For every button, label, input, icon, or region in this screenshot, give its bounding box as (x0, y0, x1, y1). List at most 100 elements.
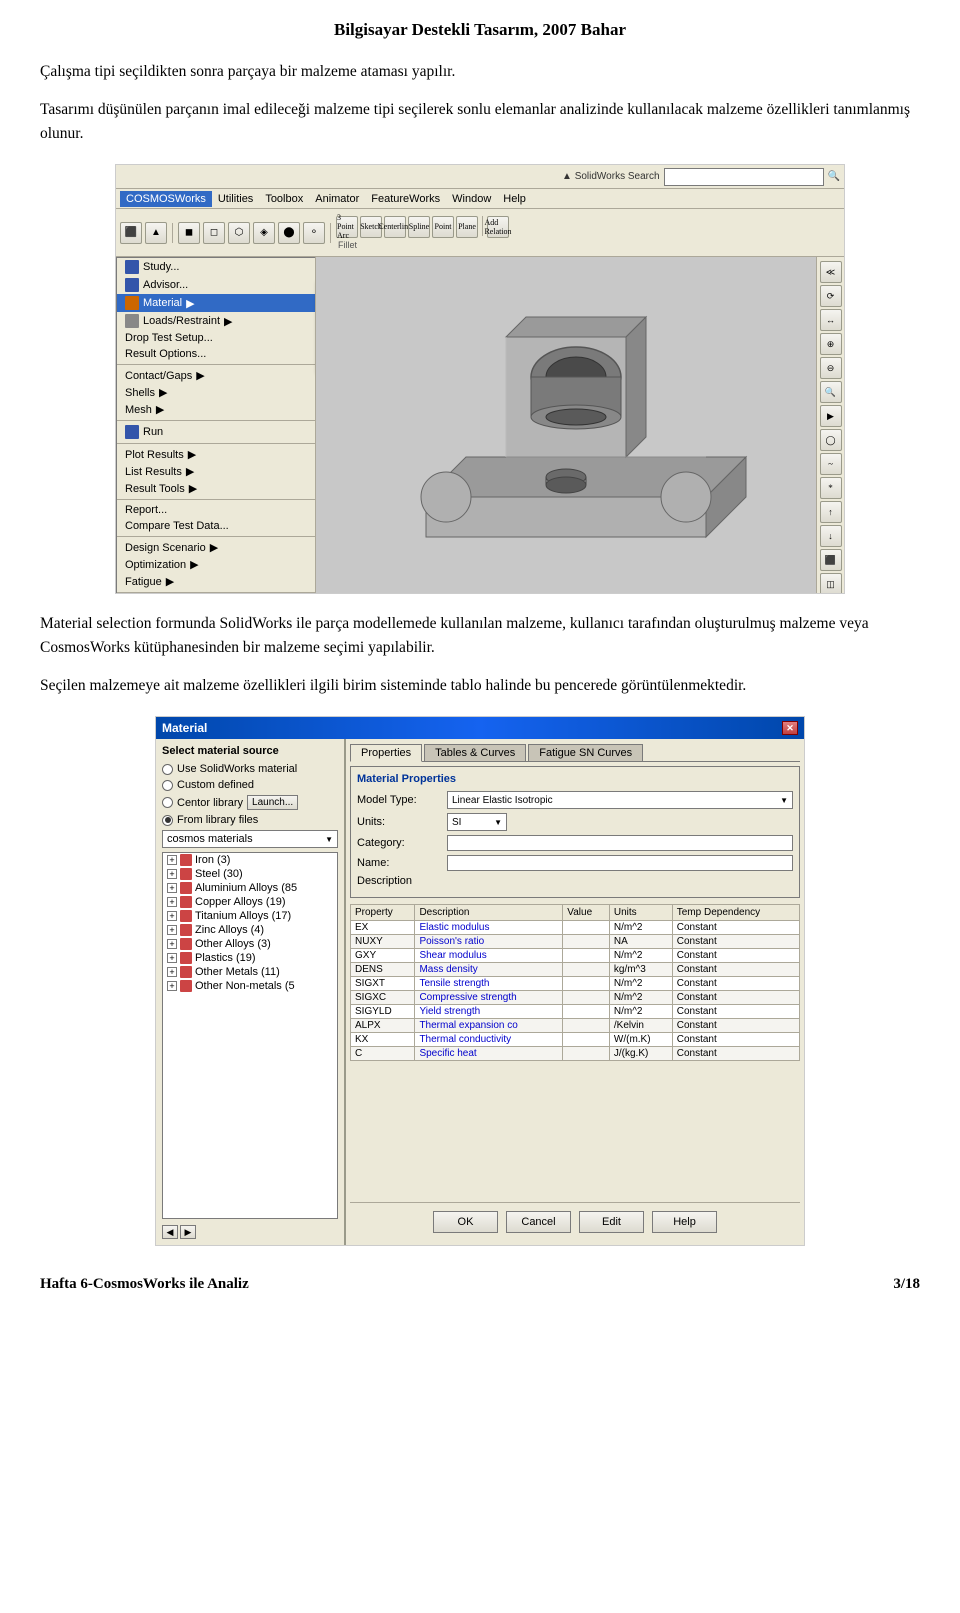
rt-btn-10[interactable]: * (820, 477, 842, 499)
rt-btn-4[interactable]: ⊕ (820, 333, 842, 355)
edit-button[interactable]: Edit (579, 1211, 644, 1233)
menu-result-options[interactable]: Result Options... (117, 346, 315, 362)
rt-btn-6[interactable]: 🔍 (820, 381, 842, 403)
rt-btn-12[interactable]: ↓ (820, 525, 842, 547)
radio-centor-circle[interactable] (162, 797, 173, 808)
menu-help[interactable]: Help (497, 191, 532, 207)
help-button[interactable]: Help (652, 1211, 717, 1233)
tb-btn-plane[interactable]: Plane (456, 216, 478, 238)
tb-btn-5[interactable]: ⬡ (228, 222, 250, 244)
table-row[interactable]: SIGXCCompressive strengthN/m^2Constant (351, 991, 800, 1005)
tb-btn-1[interactable]: ⬛ (120, 222, 142, 244)
tb-btn-4[interactable]: ◻ (203, 222, 225, 244)
tb-btn-relation[interactable]: Add Relation (487, 216, 509, 238)
menu-contact[interactable]: Contact/Gaps ▶ (117, 367, 315, 384)
menu-list-results[interactable]: List Results ▶ (117, 463, 315, 480)
rt-btn-2[interactable]: ⟳ (820, 285, 842, 307)
tree-item-aluminium[interactable]: + Aluminium Alloys (85 (163, 881, 337, 895)
menu-compare[interactable]: Compare Test Data... (117, 518, 315, 534)
menu-featureworks[interactable]: FeatureWorks (365, 191, 446, 207)
tree-expand-steel[interactable]: + (167, 869, 177, 879)
rt-btn-11[interactable]: ↑ (820, 501, 842, 523)
menu-study[interactable]: Study... (117, 258, 315, 276)
tree-expand-other-metals[interactable]: + (167, 967, 177, 977)
tree-item-non-metals[interactable]: + Other Non-metals (5 (163, 979, 337, 993)
table-row[interactable]: SIGXTTensile strengthN/m^2Constant (351, 977, 800, 991)
radio-library[interactable]: From library files (162, 814, 338, 826)
menu-loads[interactable]: Loads/Restraint ▶ (117, 312, 315, 330)
menu-plot-results[interactable]: Plot Results ▶ (117, 446, 315, 463)
ok-button[interactable]: OK (433, 1211, 498, 1233)
material-tree[interactable]: + Iron (3) + Steel (30) + Aluminium Allo… (162, 852, 338, 1219)
search-input[interactable] (664, 168, 824, 186)
name-input[interactable] (447, 855, 793, 871)
menu-animator[interactable]: Animator (309, 191, 365, 207)
tree-expand-iron[interactable]: + (167, 855, 177, 865)
tree-next-button[interactable]: ▶ (180, 1225, 196, 1239)
radio-custom-circle[interactable] (162, 780, 173, 791)
launch-button[interactable]: Launch... (247, 795, 298, 810)
rt-btn-9[interactable]: ~ (820, 453, 842, 475)
tree-expand-plastics[interactable]: + (167, 953, 177, 963)
tree-item-other-metals[interactable]: + Other Metals (11) (163, 965, 337, 979)
radio-solidworks[interactable]: Use SolidWorks material (162, 763, 338, 775)
tree-item-titanium[interactable]: + Titanium Alloys (17) (163, 909, 337, 923)
tb-btn-2[interactable]: ▲ (145, 222, 167, 244)
tree-item-iron[interactable]: + Iron (3) (163, 853, 337, 867)
menu-mesh[interactable]: Mesh ▶ (117, 401, 315, 418)
tree-item-plastics[interactable]: + Plastics (19) (163, 951, 337, 965)
tab-fatigue[interactable]: Fatigue SN Curves (528, 744, 643, 762)
tree-expand-zinc[interactable]: + (167, 925, 177, 935)
table-row[interactable]: EXElastic modulusN/m^2Constant (351, 921, 800, 935)
tree-item-other-alloys[interactable]: + Other Alloys (3) (163, 937, 337, 951)
menu-cosmosworks[interactable]: COSMOSWorks (120, 191, 212, 207)
dialog-close-button[interactable]: ✕ (782, 721, 798, 735)
table-row[interactable]: KXThermal conductivityW/(m.K)Constant (351, 1033, 800, 1047)
rt-btn-1[interactable]: ≪ (820, 261, 842, 283)
rt-btn-3[interactable]: ↔ (820, 309, 842, 331)
table-row[interactable]: NUXYPoisson's ratioNAConstant (351, 935, 800, 949)
tree-expand-non-metals[interactable]: + (167, 981, 177, 991)
tree-item-steel[interactable]: + Steel (30) (163, 867, 337, 881)
menu-fatigue[interactable]: Fatigue ▶ (117, 573, 315, 590)
table-row[interactable]: DENSMass densitykg/m^3Constant (351, 963, 800, 977)
tb-btn-7[interactable]: ⬤ (278, 222, 300, 244)
menu-run[interactable]: Run (117, 423, 315, 441)
menu-drop-test[interactable]: Drop Test Setup... (117, 330, 315, 346)
table-row[interactable]: CSpecific heatJ/(kg.K)Constant (351, 1047, 800, 1061)
tb-btn-9[interactable]: 3 Point Arc (336, 216, 358, 238)
table-row[interactable]: ALPXThermal expansion co/KelvinConstant (351, 1019, 800, 1033)
menu-shells[interactable]: Shells ▶ (117, 384, 315, 401)
tree-prev-button[interactable]: ◀ (162, 1225, 178, 1239)
tree-item-zinc[interactable]: + Zinc Alloys (4) (163, 923, 337, 937)
tree-expand-titanium[interactable]: + (167, 911, 177, 921)
tb-btn-centerline[interactable]: Centerline (384, 216, 406, 238)
radio-custom[interactable]: Custom defined (162, 779, 338, 791)
menu-toolbox[interactable]: Toolbox (259, 191, 309, 207)
radio-solidworks-circle[interactable] (162, 764, 173, 775)
units-select[interactable]: SI ▼ (447, 813, 507, 831)
tab-tables-curves[interactable]: Tables & Curves (424, 744, 526, 762)
menu-report[interactable]: Report... (117, 502, 315, 518)
menu-advisor[interactable]: Advisor... (117, 276, 315, 294)
table-row[interactable]: GXYShear modulusN/m^2Constant (351, 949, 800, 963)
rt-btn-13[interactable]: ⬛ (820, 549, 842, 571)
cancel-button[interactable]: Cancel (506, 1211, 571, 1233)
tb-btn-3[interactable]: ◼ (178, 222, 200, 244)
tb-btn-point[interactable]: Point (432, 216, 454, 238)
rt-btn-8[interactable]: ◯ (820, 429, 842, 451)
tree-expand-other-alloys[interactable]: + (167, 939, 177, 949)
menu-material[interactable]: Material ▶ (117, 294, 315, 312)
tree-expand-copper[interactable]: + (167, 897, 177, 907)
radio-library-circle[interactable] (162, 815, 173, 826)
menu-result-tools[interactable]: Result Tools ▶ (117, 480, 315, 497)
menu-utilities[interactable]: Utilities (212, 191, 259, 207)
tab-properties[interactable]: Properties (350, 744, 422, 762)
rt-btn-7[interactable]: ▶ (820, 405, 842, 427)
category-input[interactable] (447, 835, 793, 851)
tree-expand-aluminium[interactable]: + (167, 883, 177, 893)
radio-centor[interactable]: Centor library Launch... (162, 795, 338, 810)
tb-btn-spline[interactable]: Spline (408, 216, 430, 238)
menu-optimization[interactable]: Optimization ▶ (117, 556, 315, 573)
menu-design-scenario[interactable]: Design Scenario ▶ (117, 539, 315, 556)
